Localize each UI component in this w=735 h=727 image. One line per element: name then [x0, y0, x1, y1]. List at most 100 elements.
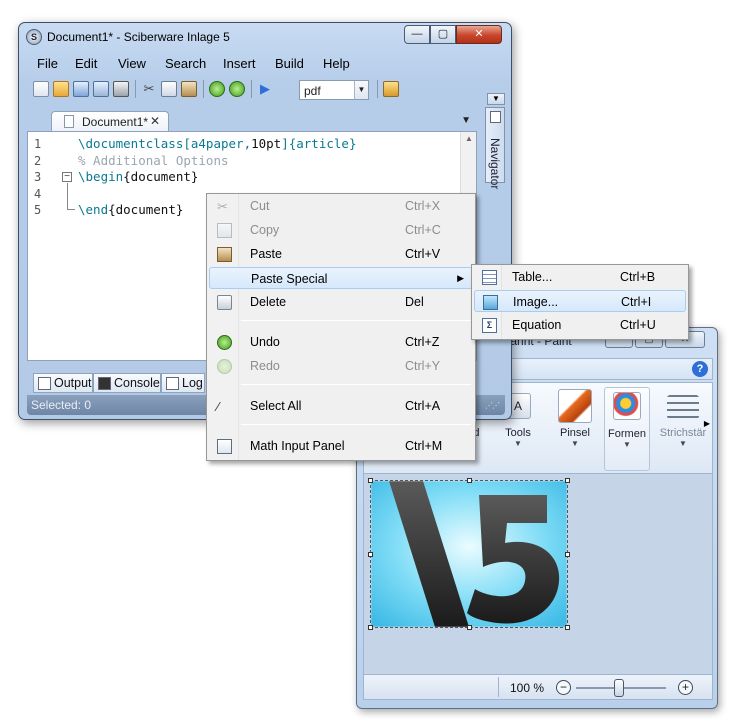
zoom-level: 100 % — [510, 681, 545, 695]
toolbar-separator — [251, 80, 252, 98]
undo-icon[interactable] — [209, 81, 225, 97]
scissors-icon: ✂ — [217, 199, 228, 214]
menu-separator — [241, 384, 471, 385]
chevron-down-icon: ▼ — [623, 440, 631, 449]
menu-view[interactable]: View — [118, 56, 146, 71]
navigator-panel-tab[interactable]: Navigator — [485, 107, 505, 189]
menu-item-shortcut: Ctrl+X — [405, 199, 441, 213]
menu-item-undo[interactable]: Undo Ctrl+Z — [209, 331, 473, 353]
save-icon[interactable] — [73, 81, 89, 97]
resize-handle[interactable] — [368, 625, 373, 630]
help-icon[interactable]: ? — [692, 361, 708, 377]
ribbon-scroll-icon[interactable]: ▶ — [704, 419, 710, 428]
console-icon — [98, 377, 111, 390]
tab-document1[interactable]: Document1* ✕ — [51, 111, 169, 131]
ribbon-group-brush[interactable]: Pinsel ▼ — [550, 387, 600, 471]
menu-search[interactable]: Search — [165, 56, 206, 71]
window-title: Document1* - Sciberware Inlage 5 — [47, 30, 230, 44]
close-tab-icon[interactable]: ✕ — [150, 114, 160, 128]
line-number: 2 — [34, 154, 42, 168]
paste-icon[interactable] — [181, 81, 197, 97]
menu-item-delete[interactable]: Delete Del — [209, 291, 473, 313]
viewer-icon[interactable] — [383, 81, 399, 97]
menu-item-shortcut: Ctrl+Y — [405, 359, 441, 373]
new-file-icon[interactable] — [33, 81, 49, 97]
shapes-icon — [613, 392, 641, 420]
resize-handle[interactable] — [565, 625, 570, 630]
ribbon-group-stroke[interactable]: Strichstär ▼ — [654, 387, 712, 471]
menu-item-redo[interactable]: Redo Ctrl+Y — [209, 355, 473, 377]
code-line-3: \begin{document} — [78, 169, 198, 184]
menu-item-label: Equation — [512, 318, 562, 332]
menu-help[interactable]: Help — [323, 56, 350, 71]
submenu-item-table[interactable]: Table... Ctrl+B — [474, 266, 686, 288]
code-line-2: % Additional Options — [78, 153, 229, 168]
toolbar-overflow-icon[interactable]: ▼ — [487, 93, 505, 105]
zoom-out-icon[interactable]: − — [556, 680, 571, 695]
menu-item-select-all[interactable]: ⁄ Select All Ctrl+A — [209, 395, 473, 417]
table-icon — [482, 270, 497, 285]
resize-handle[interactable] — [368, 552, 373, 557]
document-tabstrip: Document1* ✕ ▼ — [27, 111, 477, 131]
open-folder-icon[interactable] — [53, 81, 69, 97]
maximize-button[interactable]: ▢ — [430, 25, 456, 44]
ribbon-label-brush: Pinsel — [560, 427, 590, 439]
cut-icon[interactable]: ✂ — [141, 81, 157, 97]
zoom-in-icon[interactable]: + — [678, 680, 693, 695]
menu-item-math-input-panel[interactable]: Math Input Panel Ctrl+M — [209, 435, 473, 457]
zoom-slider-thumb[interactable] — [614, 679, 624, 697]
paste-icon — [217, 247, 232, 262]
close-button[interactable]: ✕ — [456, 25, 502, 44]
chevron-down-icon: ▼ — [514, 439, 522, 448]
menu-item-paste-special[interactable]: Paste Special ▶ — [209, 267, 473, 289]
resize-handle[interactable] — [565, 478, 570, 483]
resize-handle[interactable] — [467, 478, 472, 483]
menu-file[interactable]: File — [37, 56, 58, 71]
minimize-button[interactable]: — — [404, 25, 430, 44]
resize-handle[interactable] — [467, 625, 472, 630]
redo-icon[interactable] — [229, 81, 245, 97]
output-format-value: pdf — [304, 84, 321, 98]
tab-output[interactable]: Output — [33, 373, 93, 393]
menu-insert[interactable]: Insert — [223, 56, 256, 71]
math-panel-icon — [217, 439, 232, 454]
fold-guide — [67, 183, 68, 210]
save-all-icon[interactable] — [93, 81, 109, 97]
navigator-label: Navigator — [488, 138, 502, 190]
ribbon-label-shapes: Formen — [608, 428, 646, 440]
navigator-icon — [490, 111, 501, 123]
resize-handle[interactable] — [368, 478, 373, 483]
menu-item-cut[interactable]: ✂ Cut Ctrl+X — [209, 195, 473, 217]
code-argument: {document} — [108, 202, 184, 217]
submenu-item-equation[interactable]: Σ Equation Ctrl+U — [474, 314, 686, 336]
menu-item-label: Copy — [250, 223, 280, 237]
tab-output-label: Output — [54, 376, 92, 390]
fold-collapse-icon[interactable]: − — [62, 172, 72, 182]
copy-icon[interactable] — [161, 81, 177, 97]
code-option: [a4paper, — [183, 136, 252, 151]
menu-build[interactable]: Build — [275, 56, 304, 71]
document-icon — [64, 115, 74, 128]
ribbon-group-shapes[interactable]: Formen ▼ — [604, 387, 650, 471]
build-run-icon[interactable]: ▶ — [257, 81, 273, 97]
tab-log[interactable]: Log — [161, 373, 205, 393]
menu-item-shortcut: Ctrl+Z — [405, 335, 440, 349]
pasted-image[interactable] — [368, 478, 570, 630]
tab-console[interactable]: Console — [93, 373, 161, 393]
status-divider — [498, 677, 499, 697]
output-format-select[interactable]: pdf ▼ — [299, 80, 369, 100]
menu-item-label: Paste Special — [251, 272, 328, 286]
menu-item-label: Cut — [250, 199, 270, 213]
menu-item-paste[interactable]: Paste Ctrl+V — [209, 243, 473, 265]
paint-statusbar: 100 % − + — [363, 674, 713, 700]
scroll-up-icon[interactable]: ▲ — [465, 134, 473, 143]
resize-handle[interactable] — [565, 552, 570, 557]
delete-icon — [217, 295, 232, 310]
submenu-item-image[interactable]: Image... Ctrl+I — [474, 290, 686, 312]
tab-list-icon[interactable]: ▼ — [461, 115, 471, 126]
menu-item-copy[interactable]: Copy Ctrl+C — [209, 219, 473, 241]
print-icon[interactable] — [113, 81, 129, 97]
menu-edit[interactable]: Edit — [75, 56, 97, 71]
resize-grip-icon[interactable]: ⋰⋰ — [485, 401, 500, 410]
chevron-down-icon[interactable]: ▼ — [354, 81, 368, 99]
